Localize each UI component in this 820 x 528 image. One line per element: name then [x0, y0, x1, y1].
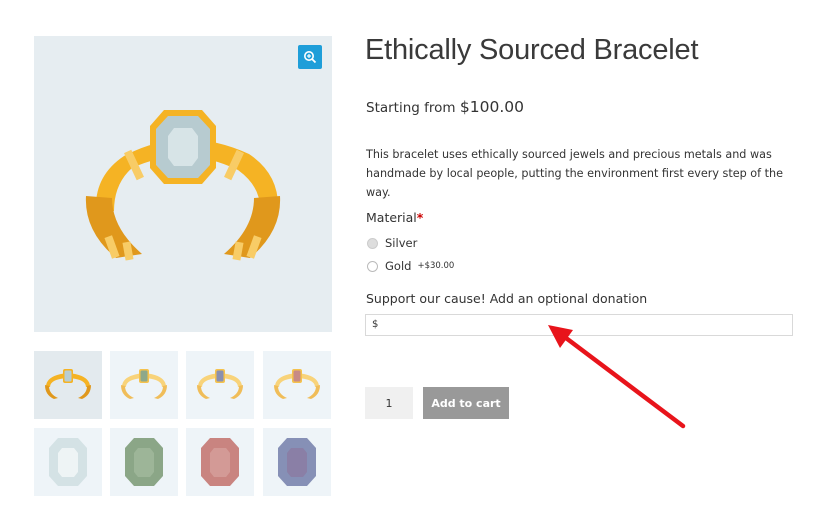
- bracelet-thumb-image: [274, 369, 320, 399]
- material-option-silver[interactable]: Silver: [367, 236, 417, 250]
- silver-radio[interactable]: [367, 237, 378, 249]
- bracelet-image: [85, 110, 281, 261]
- product-description: This bracelet uses ethically sourced jew…: [366, 148, 783, 199]
- price-amount: $100.00: [459, 98, 524, 116]
- gem-thumb-image: [125, 438, 163, 486]
- gold-radio[interactable]: [367, 260, 378, 272]
- add-to-cart-button[interactable]: Add to cart: [423, 387, 509, 419]
- gem-thumb-image: [201, 438, 239, 486]
- bracelet-thumb-image: [197, 369, 243, 399]
- required-mark: *: [416, 210, 424, 225]
- donation-input[interactable]: $: [365, 314, 793, 336]
- thumbnail-bracelet-blue[interactable]: [186, 351, 254, 419]
- option-label: Silver: [385, 236, 418, 250]
- thumbnail-bracelet-red[interactable]: [263, 351, 331, 419]
- main-product-image[interactable]: [34, 36, 332, 332]
- material-label: Material*: [366, 210, 423, 225]
- zoom-in-icon: [304, 51, 317, 64]
- thumbnail-gem-blue[interactable]: [263, 428, 331, 496]
- option-label: Gold: [385, 259, 412, 273]
- material-label-text: Material: [366, 210, 417, 225]
- gem-thumb-image: [49, 438, 87, 486]
- thumbnail-gem-green[interactable]: [110, 428, 178, 496]
- thumbnail-bracelet-green[interactable]: [110, 351, 178, 419]
- gem-thumb-image: [278, 438, 316, 486]
- thumbnail-bracelet-silver[interactable]: [34, 351, 102, 419]
- thumbnail-gem-silver[interactable]: [34, 428, 102, 496]
- zoom-button[interactable]: [298, 45, 322, 69]
- bracelet-thumb-image: [121, 369, 167, 399]
- product-price: Starting from $100.00: [366, 98, 524, 116]
- thumbnail-gem-red[interactable]: [186, 428, 254, 496]
- option-price-addition: +$30.00: [417, 261, 455, 271]
- product-title: Ethically Sourced Bracelet: [365, 34, 699, 66]
- price-prefix: Starting from: [366, 100, 456, 116]
- material-option-gold[interactable]: Gold +$30.00: [367, 259, 454, 273]
- currency-symbol: $: [372, 319, 379, 330]
- quantity-input[interactable]: 1: [365, 387, 413, 419]
- donation-label: Support our cause! Add an optional donat…: [366, 291, 648, 306]
- bracelet-thumb-image: [45, 369, 91, 399]
